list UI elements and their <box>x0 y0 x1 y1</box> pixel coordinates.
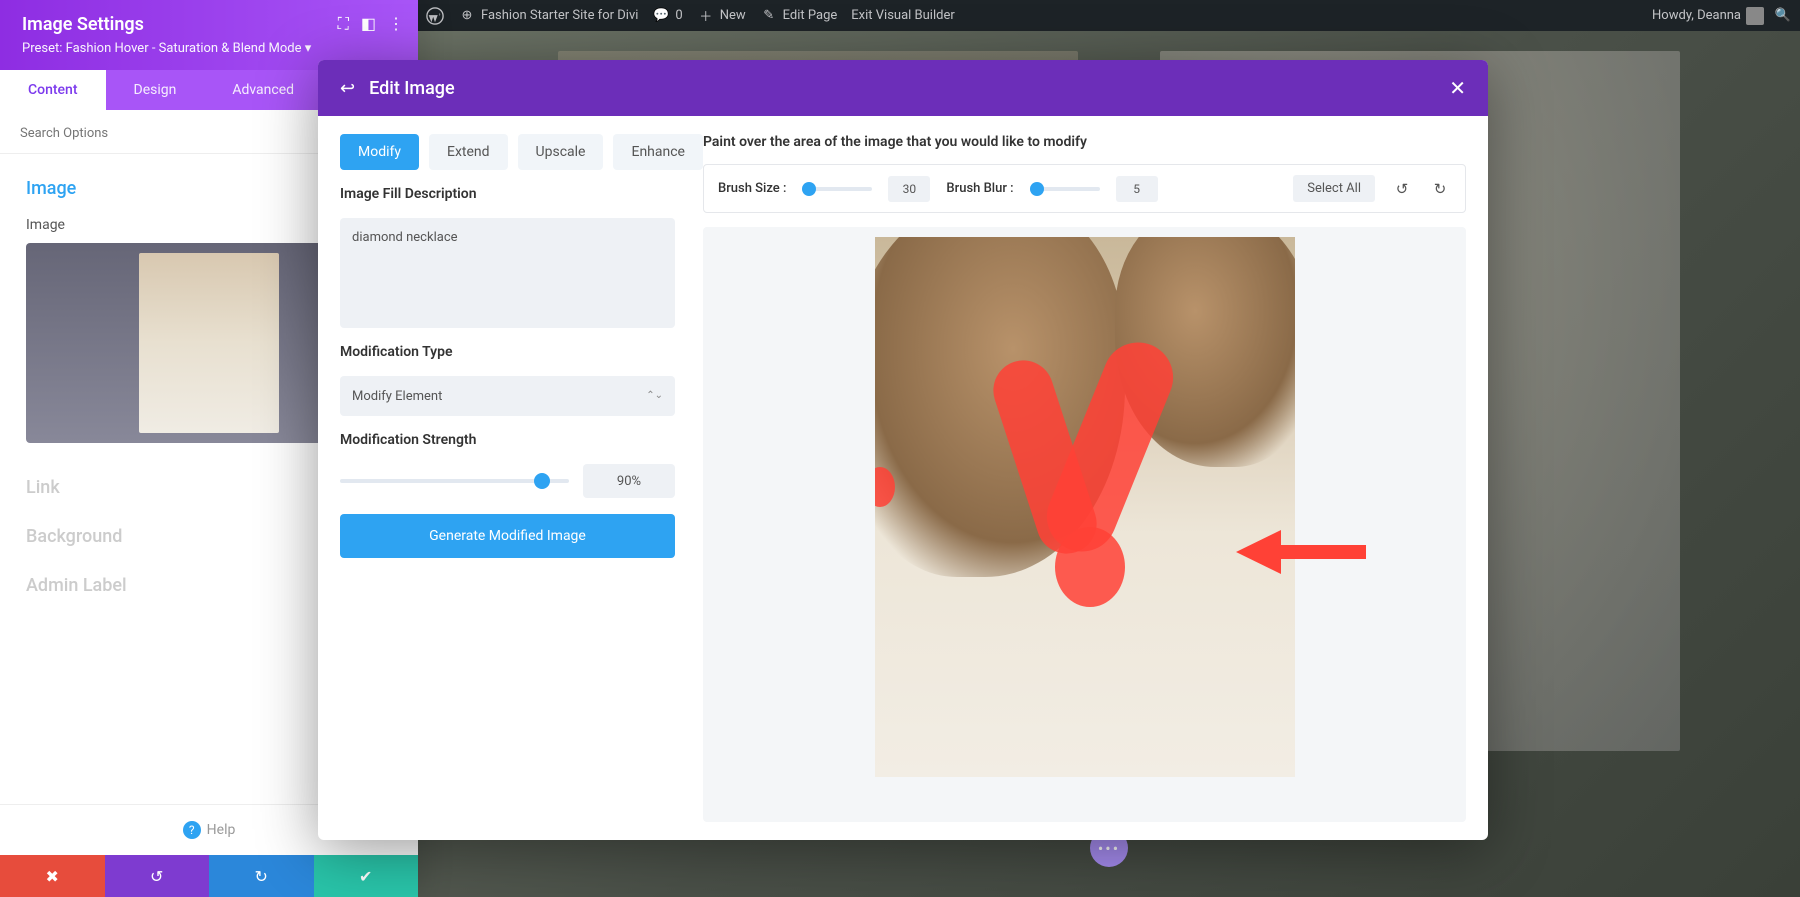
comments-link[interactable]: 💬0 <box>652 7 682 25</box>
modal-controls: Modify Extend Upscale Enhance Image Fill… <box>340 134 675 822</box>
preset-selector[interactable]: Preset: Fashion Hover - Saturation & Ble… <box>22 41 396 56</box>
pencil-icon: ✎ <box>760 7 778 25</box>
help-icon: ? <box>183 821 201 839</box>
strength-slider-thumb[interactable] <box>534 473 550 489</box>
modal-header: ↩ Edit Image ✕ <box>318 60 1488 116</box>
brush-blur-label: Brush Blur : <box>946 181 1013 196</box>
search-icon[interactable]: 🔍 <box>1774 7 1792 25</box>
strength-value[interactable]: 90% <box>583 464 675 498</box>
generate-button[interactable]: Generate Modified Image <box>340 514 675 558</box>
brush-size-label: Brush Size : <box>718 181 786 196</box>
expand-icon[interactable]: ⛶ <box>338 14 349 34</box>
comment-icon: 💬 <box>652 7 670 25</box>
select-all-button[interactable]: Select All <box>1293 175 1375 202</box>
help-text: Help <box>207 822 236 838</box>
strength-slider[interactable] <box>340 479 569 483</box>
modification-type-label: Modification Type <box>340 344 675 360</box>
back-icon[interactable]: ↩ <box>340 78 355 99</box>
edit-page-link[interactable]: ✎ Edit Page <box>760 7 838 25</box>
canvas-undo-icon[interactable]: ↺ <box>1391 178 1413 200</box>
site-name-text: Fashion Starter Site for Divi <box>481 8 638 23</box>
brush-size-thumb[interactable] <box>802 182 816 196</box>
howdy-link[interactable]: Howdy, Deanna <box>1652 7 1764 25</box>
canvas-redo-icon[interactable]: ↻ <box>1429 178 1451 200</box>
brush-size-slider[interactable] <box>802 187 872 191</box>
modal-canvas-panel: Paint over the area of the image that yo… <box>703 134 1466 822</box>
tab-upscale[interactable]: Upscale <box>518 134 604 170</box>
site-name-link[interactable]: ⊕ Fashion Starter Site for Divi <box>458 7 638 25</box>
howdy-text: Howdy, Deanna <box>1652 8 1741 23</box>
plus-icon: ＋ <box>697 7 715 25</box>
canvas-area[interactable] <box>703 227 1466 822</box>
undo-button[interactable]: ↺ <box>105 855 210 897</box>
wordpress-icon[interactable] <box>426 7 444 25</box>
close-icon[interactable]: ✕ <box>1449 76 1466 100</box>
dashboard-icon: ⊕ <box>458 7 476 25</box>
panel-footer: ✖ ↺ ↻ ✔ <box>0 855 418 897</box>
new-text: New <box>720 8 746 23</box>
redo-button[interactable]: ↻ <box>209 855 314 897</box>
dock-icon[interactable]: ◧ <box>361 14 376 34</box>
brush-blur-value[interactable]: 5 <box>1116 176 1158 202</box>
fill-description-input[interactable]: diamond necklace <box>340 218 675 328</box>
tab-design[interactable]: Design <box>106 70 205 110</box>
brush-size-value[interactable]: 30 <box>888 176 930 202</box>
menu-icon[interactable]: ⋮ <box>388 14 404 34</box>
tab-enhance[interactable]: Enhance <box>613 134 703 170</box>
edit-page-text: Edit Page <box>783 8 838 23</box>
fill-description-label: Image Fill Description <box>340 186 675 202</box>
image-thumbnail <box>139 253 279 433</box>
new-link[interactable]: ＋ New <box>697 7 746 25</box>
edit-image-modal: ↩ Edit Image ✕ Modify Extend Upscale Enh… <box>318 60 1488 840</box>
save-button[interactable]: ✔ <box>314 855 419 897</box>
instruction-text: Paint over the area of the image that yo… <box>703 134 1466 150</box>
modification-strength-label: Modification Strength <box>340 432 675 448</box>
modal-title: Edit Image <box>369 78 1435 99</box>
brush-blur-slider[interactable] <box>1030 187 1100 191</box>
tab-content[interactable]: Content <box>0 70 106 110</box>
tab-advanced[interactable]: Advanced <box>204 70 322 110</box>
brush-blur-thumb[interactable] <box>1030 182 1044 196</box>
tab-modify[interactable]: Modify <box>340 134 419 170</box>
discard-button[interactable]: ✖ <box>0 855 105 897</box>
comments-count: 0 <box>675 8 682 23</box>
canvas-toolbar: Brush Size : 30 Brush Blur : 5 Select Al… <box>703 164 1466 213</box>
annotation-arrow-icon <box>1226 522 1366 582</box>
wp-admin-bar: ⊕Fashion Starter Site for Divi 💬0 ＋New ✎… <box>418 0 1800 31</box>
tab-extend[interactable]: Extend <box>429 134 508 170</box>
canvas-image[interactable] <box>875 237 1295 777</box>
modification-type-select[interactable]: Modify Element <box>340 376 675 416</box>
edit-mode-tabs: Modify Extend Upscale Enhance <box>340 134 675 170</box>
avatar <box>1746 7 1764 25</box>
paint-stroke <box>1055 527 1125 607</box>
exit-visual-builder-link[interactable]: Exit Visual Builder <box>851 8 954 23</box>
